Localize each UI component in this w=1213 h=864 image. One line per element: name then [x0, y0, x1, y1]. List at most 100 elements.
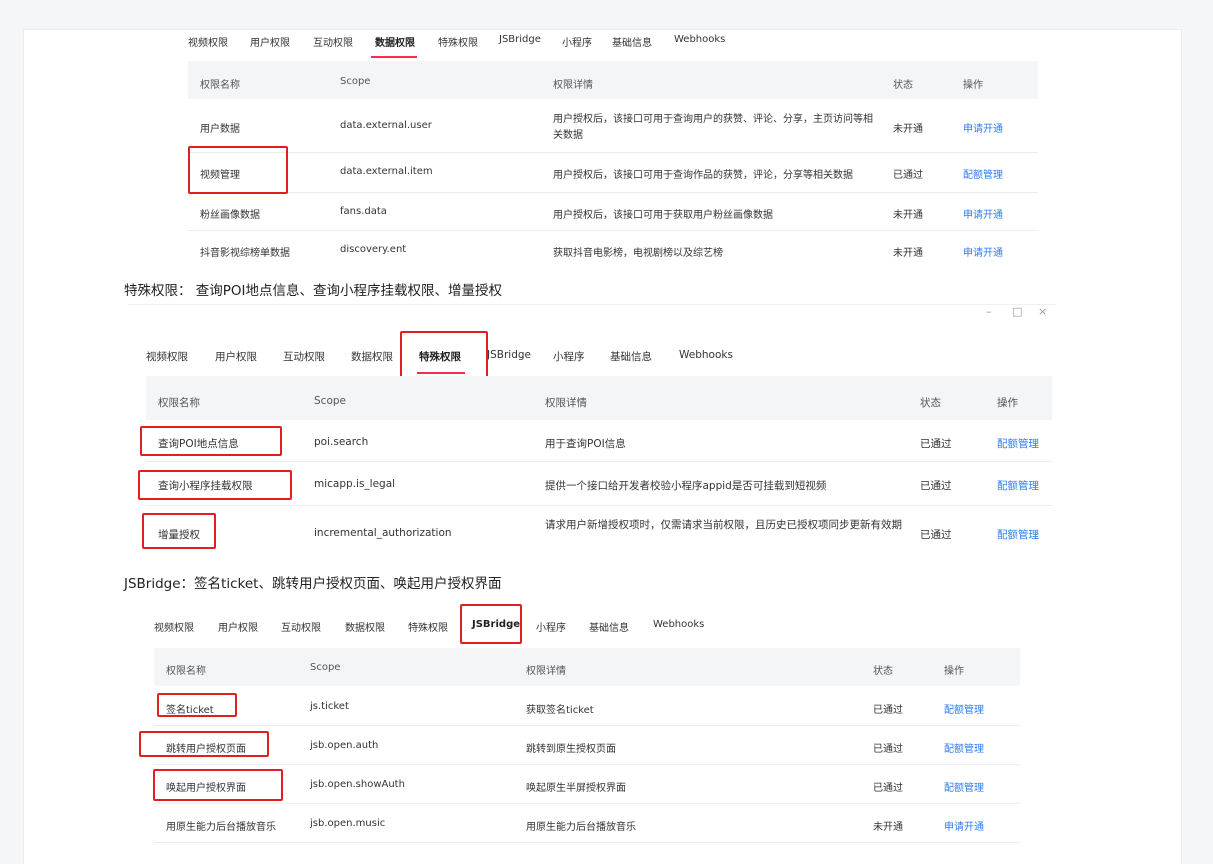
row-divider: [146, 505, 1052, 506]
col-scope: Scope: [340, 76, 371, 87]
row-detail: 获取抖音电影榜，电视剧榜以及综艺榜: [553, 248, 723, 259]
row-scope: jsb.open.auth: [310, 740, 379, 751]
tab-jsbridge[interactable]: JSBridge: [487, 349, 531, 361]
row-scope: jsb.open.showAuth: [310, 779, 405, 790]
table-header: [146, 376, 1052, 420]
col-name: 权限名称: [200, 80, 240, 91]
col-detail: 权限详情: [545, 397, 587, 409]
row-status: 未开通: [893, 248, 923, 259]
tab-video[interactable]: 视频权限: [146, 349, 188, 364]
tab-miniapp[interactable]: 小程序: [553, 349, 585, 364]
screenshot-jsbridge-permissions: 视频权限 用户权限 互动权限 数据权限 特殊权限 JSBridge 小程序 基础…: [139, 602, 1032, 864]
col-scope: Scope: [314, 395, 346, 407]
row-name: 抖音影视综榜单数据: [200, 248, 290, 259]
quota-manage-button[interactable]: 配额管理: [997, 478, 1039, 493]
row-status: 未开通: [893, 210, 923, 221]
tab-basic-info[interactable]: 基础信息: [610, 349, 652, 364]
tab-jsbridge[interactable]: JSBridge: [499, 34, 541, 45]
highlight-box: [157, 693, 237, 717]
col-action: 操作: [963, 80, 983, 91]
tab-webhooks[interactable]: Webhooks: [653, 619, 704, 630]
tab-webhooks[interactable]: Webhooks: [674, 34, 725, 45]
tab-miniapp[interactable]: 小程序: [536, 619, 566, 634]
quota-manage-button[interactable]: 配额管理: [944, 779, 984, 794]
col-action: 操作: [944, 666, 964, 677]
row-detail: 用户授权后，该接口可用于查询作品的获赞，评论，分享等相关数据: [553, 170, 853, 181]
row-status: 已通过: [920, 529, 952, 541]
tab-user[interactable]: 用户权限: [218, 619, 258, 634]
tab-data[interactable]: 数据权限: [375, 34, 415, 49]
tab-basic-info[interactable]: 基础信息: [589, 619, 629, 634]
row-detail: 提供一个接口给开发者校验小程序appid是否可挂载到短视频: [545, 480, 827, 492]
apply-button[interactable]: 申请开通: [944, 818, 984, 833]
tab-interact[interactable]: 互动权限: [283, 349, 325, 364]
row-divider: [154, 764, 1020, 765]
quota-manage-button[interactable]: 配额管理: [944, 740, 984, 755]
highlight-box: [153, 769, 283, 801]
highlight-box: [139, 731, 269, 757]
col-status: 状态: [893, 80, 913, 91]
section-title-special: 特殊权限： 查询POI地点信息、查询小程序挂载权限、增量授权: [124, 283, 503, 299]
col-name: 权限名称: [166, 666, 206, 677]
screenshot-special-permissions: – □ × 视频权限 用户权限 互动权限 数据权限 特殊权限 JSBridge …: [128, 304, 1056, 553]
highlight-box: [140, 426, 282, 456]
row-scope: incremental_authorization: [314, 527, 452, 539]
row-status: 已通过: [920, 438, 952, 450]
col-status: 状态: [920, 397, 941, 409]
quota-manage-button[interactable]: 配额管理: [997, 527, 1039, 542]
tab-special[interactable]: 特殊权限: [408, 619, 448, 634]
quota-manage-button[interactable]: 配额管理: [963, 166, 1003, 181]
maximize-icon[interactable]: □: [1012, 305, 1022, 318]
tab-data[interactable]: 数据权限: [351, 349, 393, 364]
row-status: 已通过: [873, 705, 903, 716]
row-status: 已通过: [873, 744, 903, 755]
col-detail: 权限详情: [553, 80, 593, 91]
row-scope: jsb.open.music: [310, 818, 386, 829]
row-divider: [188, 152, 1038, 153]
tab-basic-info[interactable]: 基础信息: [612, 34, 652, 49]
row-scope: poi.search: [314, 436, 369, 448]
tab-interact[interactable]: 互动权限: [313, 34, 353, 49]
tab-user[interactable]: 用户权限: [250, 34, 290, 49]
col-name: 权限名称: [158, 397, 200, 409]
tab-bar: 视频权限 用户权限 互动权限 数据权限 特殊权限 JSBridge 小程序 基础…: [164, 30, 1044, 58]
row-divider: [154, 842, 1020, 843]
row-detail: 用于查询POI信息: [545, 438, 626, 450]
tab-user[interactable]: 用户权限: [215, 349, 257, 364]
section-title-jsbridge: JSBridge：签名ticket、跳转用户授权页面、唤起用户授权界面: [124, 576, 502, 592]
active-tab-underline: [371, 56, 417, 58]
row-detail: 唤起原生半屏授权界面: [526, 783, 626, 794]
col-action: 操作: [997, 397, 1018, 409]
row-name: 粉丝画像数据: [200, 210, 260, 221]
quota-manage-button[interactable]: 配额管理: [997, 436, 1039, 451]
row-divider: [188, 230, 1038, 231]
highlight-box: [142, 513, 216, 549]
apply-button[interactable]: 申请开通: [963, 120, 1003, 135]
row-detail: 用户授权后，该接口可用于获取用户粉丝画像数据: [553, 210, 773, 221]
row-detail: 用户授权后，该接口可用于查询用户的获赞、评论、分享，主页访问等相关数据: [553, 114, 873, 141]
tab-video[interactable]: 视频权限: [188, 34, 228, 49]
apply-button[interactable]: 申请开通: [963, 244, 1003, 259]
screenshot-data-permissions: 视频权限 用户权限 互动权限 数据权限 特殊权限 JSBridge 小程序 基础…: [164, 30, 1044, 270]
highlight-box: [138, 470, 292, 500]
tab-special[interactable]: 特殊权限: [438, 34, 478, 49]
row-status: 未开通: [873, 822, 903, 833]
tab-interact[interactable]: 互动权限: [281, 619, 321, 634]
row-status: 未开通: [893, 124, 923, 135]
tab-video[interactable]: 视频权限: [154, 619, 194, 634]
row-divider: [146, 461, 1052, 462]
tab-data[interactable]: 数据权限: [345, 619, 385, 634]
row-scope: fans.data: [340, 206, 387, 217]
quota-manage-button[interactable]: 配额管理: [944, 701, 984, 716]
row-scope: discovery.ent: [340, 244, 407, 255]
row-scope: micapp.is_legal: [314, 478, 396, 490]
close-icon[interactable]: ×: [1038, 305, 1047, 318]
tab-webhooks[interactable]: Webhooks: [679, 349, 733, 361]
row-detail: 请求用户新增授权项时，仅需请求当前权限，且历史已授权项同步更新有效期: [545, 519, 902, 531]
row-scope: data.external.user: [340, 120, 432, 131]
minimize-icon[interactable]: –: [986, 305, 992, 318]
highlight-box: [460, 604, 522, 644]
tab-miniapp[interactable]: 小程序: [562, 34, 592, 49]
apply-button[interactable]: 申请开通: [963, 206, 1003, 221]
row-divider: [154, 803, 1020, 804]
